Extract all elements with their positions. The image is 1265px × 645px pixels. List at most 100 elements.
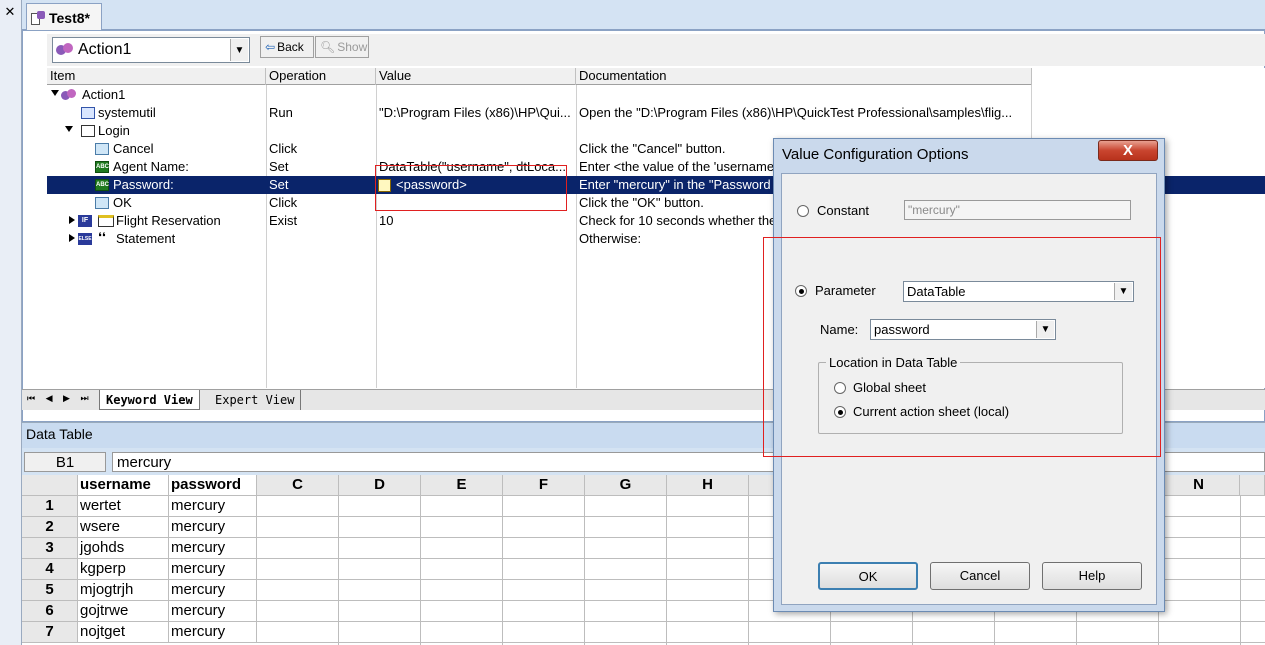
global-sheet-radio[interactable] bbox=[834, 382, 846, 394]
column-header-value[interactable]: Value bbox=[376, 68, 576, 85]
corner-cell[interactable] bbox=[22, 475, 78, 496]
row-documentation: Click the "OK" button. bbox=[579, 195, 704, 210]
cell-username[interactable]: nojtget bbox=[78, 622, 169, 643]
cell-username[interactable]: jgohds bbox=[78, 538, 169, 559]
dialog-title: Value Configuration Options bbox=[782, 146, 969, 163]
row-header[interactable]: 2 bbox=[22, 517, 78, 538]
row-value: "D:\Program Files (x86)\HP\Qui... bbox=[379, 105, 571, 120]
row-documentation: Enter "mercury" in the "Password bbox=[579, 177, 771, 192]
current-sheet-radio[interactable] bbox=[834, 406, 846, 418]
cell-username[interactable]: kgperp bbox=[78, 559, 169, 580]
cancel-button[interactable]: Cancel bbox=[930, 562, 1030, 590]
action-selector-value: Action1 bbox=[78, 41, 132, 58]
column-header-c[interactable]: C bbox=[257, 475, 339, 496]
row-documentation: Check for 10 seconds whether the bbox=[579, 213, 776, 228]
cell-username[interactable]: wertet bbox=[78, 496, 169, 517]
column-header-e[interactable]: E bbox=[421, 475, 503, 496]
parameter-name-select[interactable]: password ▼ bbox=[870, 319, 1056, 340]
chevron-down-icon[interactable]: ▼ bbox=[1114, 283, 1132, 300]
close-icon[interactable]: X bbox=[1098, 140, 1158, 161]
cell-password[interactable]: mercury bbox=[169, 559, 257, 580]
expand-arrow-icon[interactable] bbox=[65, 126, 73, 132]
test-document-icon bbox=[30, 10, 46, 26]
row-operation: Run bbox=[269, 105, 293, 120]
tab-expert-view[interactable]: Expert View bbox=[209, 390, 302, 410]
constant-value-field[interactable]: "mercury" bbox=[904, 200, 1131, 220]
table-row[interactable]: Action1 bbox=[47, 86, 1265, 104]
if-statement-icon: IF bbox=[78, 215, 92, 227]
current-sheet-label: Current action sheet (local) bbox=[853, 404, 1010, 419]
row-operation: Exist bbox=[269, 213, 298, 228]
row-documentation: Click the "Cancel" button. bbox=[579, 141, 726, 156]
highlight-annotation bbox=[375, 165, 567, 211]
cell-password[interactable]: mercury bbox=[169, 496, 257, 517]
parameter-type-value: DataTable bbox=[907, 284, 966, 299]
row-operation: Set bbox=[269, 159, 289, 174]
column-header-username[interactable]: username bbox=[78, 475, 169, 496]
row-header[interactable]: 5 bbox=[22, 580, 78, 601]
row-header[interactable]: 4 bbox=[22, 559, 78, 580]
back-button[interactable]: ⇦ Back bbox=[260, 36, 314, 58]
show-button-label: Show bbox=[337, 40, 368, 54]
row-item: systemutil bbox=[98, 105, 156, 120]
cell-password[interactable]: mercury bbox=[169, 601, 257, 622]
cell-password[interactable]: mercury bbox=[169, 538, 257, 559]
else-statement-icon: ELSE bbox=[78, 233, 92, 245]
expand-arrow-icon[interactable] bbox=[69, 216, 75, 224]
row-item: Statement bbox=[116, 231, 176, 246]
column-header-password[interactable]: password bbox=[169, 475, 257, 496]
row-header[interactable]: 1 bbox=[22, 496, 78, 517]
button-object-icon bbox=[95, 143, 109, 155]
expand-arrow-icon[interactable] bbox=[69, 234, 75, 242]
cell-username[interactable]: gojtrwe bbox=[78, 601, 169, 622]
tab-keyword-view[interactable]: Keyword View bbox=[99, 390, 200, 410]
table-row[interactable]: systemutil Run "D:\Program Files (x86)\H… bbox=[47, 104, 1265, 122]
show-button[interactable]: 🔍︎ Show bbox=[315, 36, 369, 58]
close-icon[interactable]: ✕ bbox=[2, 4, 18, 20]
magnifier-icon: 🔍︎ bbox=[320, 40, 336, 54]
row-item: Agent Name: bbox=[113, 159, 189, 174]
tab-test8[interactable]: Test8* bbox=[26, 3, 102, 31]
row-item: Action1 bbox=[82, 87, 126, 102]
cell-password[interactable]: mercury bbox=[169, 580, 257, 601]
parameter-radio[interactable] bbox=[795, 285, 807, 297]
column-header-item[interactable]: Item bbox=[47, 68, 266, 85]
column-header-documentation[interactable]: Documentation bbox=[576, 68, 1032, 85]
row-header[interactable]: 7 bbox=[22, 622, 78, 643]
dialog-window-icon bbox=[81, 125, 95, 137]
cell-username[interactable]: mjogtrjh bbox=[78, 580, 169, 601]
row-item: OK bbox=[113, 195, 132, 210]
row-item: Flight Reservation bbox=[116, 213, 221, 228]
expand-arrow-icon[interactable] bbox=[51, 90, 59, 96]
row-header[interactable]: 3 bbox=[22, 538, 78, 559]
cell-password[interactable]: mercury bbox=[169, 517, 257, 538]
column-header-blank[interactable] bbox=[1240, 475, 1265, 496]
ok-button[interactable]: OK bbox=[818, 562, 918, 590]
global-sheet-label: Global sheet bbox=[853, 380, 926, 395]
row-item: Password: bbox=[113, 177, 174, 192]
cell-password[interactable]: mercury bbox=[169, 622, 257, 643]
parameter-label: Parameter bbox=[815, 283, 876, 298]
action-selector[interactable]: Action1 ▼ bbox=[52, 37, 250, 63]
action-icon bbox=[56, 42, 74, 58]
column-header-f[interactable]: F bbox=[503, 475, 585, 496]
parameter-type-select[interactable]: DataTable ▼ bbox=[903, 281, 1134, 302]
help-button[interactable]: Help bbox=[1042, 562, 1142, 590]
row-header[interactable]: 6 bbox=[22, 601, 78, 622]
location-group-box bbox=[818, 362, 1123, 434]
column-header-operation[interactable]: Operation bbox=[266, 68, 376, 85]
tab-scroll-arrows-icon[interactable]: ⏮ ◀ ▶ ⏭ bbox=[27, 393, 93, 404]
column-header-n[interactable]: N bbox=[1158, 475, 1240, 496]
computer-icon bbox=[81, 107, 95, 119]
cell-reference-box[interactable]: B1 bbox=[24, 452, 106, 472]
cell-username[interactable]: wsere bbox=[78, 517, 169, 538]
column-header-h[interactable]: H bbox=[667, 475, 749, 496]
row-item: Login bbox=[98, 123, 130, 138]
column-header-d[interactable]: D bbox=[339, 475, 421, 496]
chevron-down-icon[interactable]: ▼ bbox=[1036, 321, 1054, 338]
chevron-down-icon[interactable]: ▼ bbox=[230, 39, 248, 61]
left-panel-strip bbox=[0, 0, 22, 645]
constant-radio[interactable] bbox=[797, 205, 809, 217]
column-header-g[interactable]: G bbox=[585, 475, 667, 496]
grid-header-row: Item Operation Value Documentation bbox=[47, 68, 1032, 85]
